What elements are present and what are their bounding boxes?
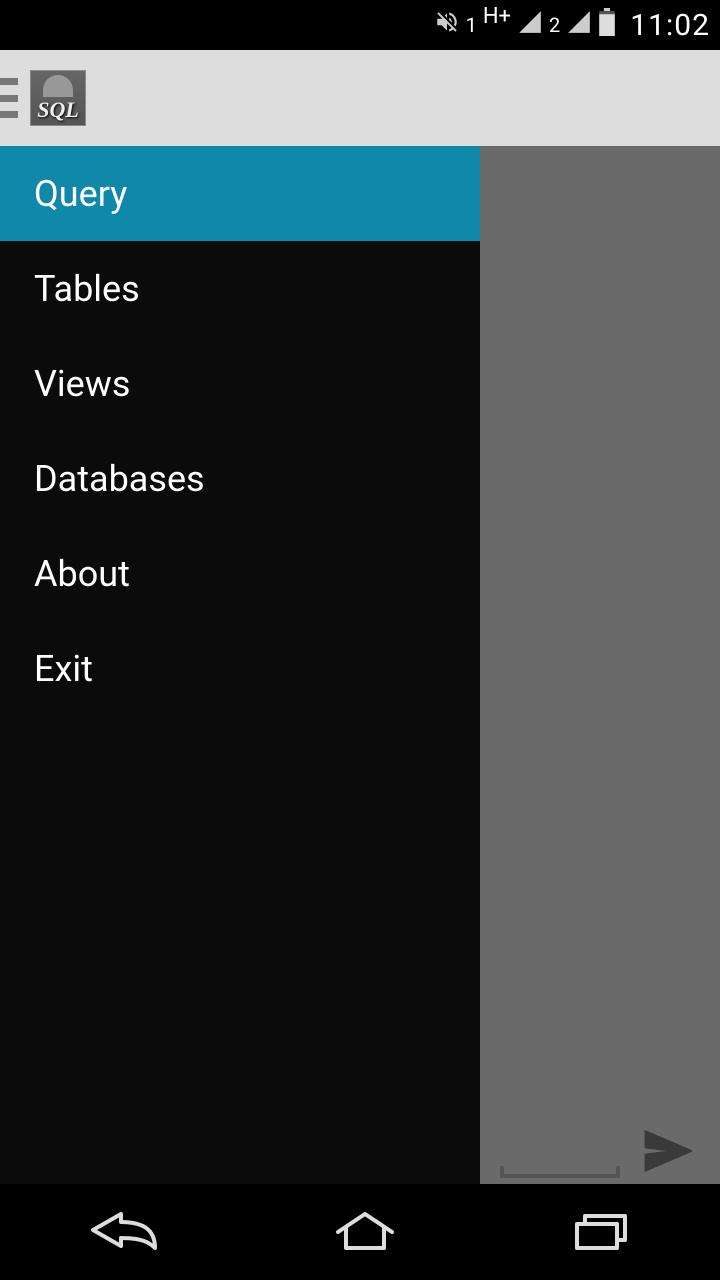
battery-icon: [598, 8, 616, 43]
back-icon[interactable]: [83, 1208, 163, 1256]
app-icon-label: SQL: [37, 97, 79, 123]
action-bar: SQL: [0, 50, 720, 146]
query-input[interactable]: [500, 1174, 620, 1178]
drawer-item-label: Tables: [34, 268, 140, 310]
drawer-item-exit[interactable]: Exit: [0, 621, 480, 716]
drawer-item-views[interactable]: Views: [0, 336, 480, 431]
drawer-item-label: Query: [34, 173, 127, 215]
drawer-item-label: Exit: [34, 648, 93, 690]
drawer-item-label: About: [34, 553, 130, 595]
home-icon[interactable]: [330, 1208, 400, 1256]
status-bar: 1 H+ 2 11:02: [0, 0, 720, 50]
sim1-label: 1: [466, 13, 477, 37]
sim2-label: 2: [549, 13, 560, 37]
menu-icon[interactable]: [0, 78, 18, 118]
signal2-icon: [566, 9, 592, 42]
content-area: Query Tables Views Databases About Exit: [0, 146, 720, 1184]
drawer-item-label: Views: [34, 363, 130, 405]
clock: 11:02: [630, 8, 710, 43]
navigation-drawer: Query Tables Views Databases About Exit: [0, 146, 480, 1184]
mute-icon: [434, 9, 460, 42]
drawer-item-query[interactable]: Query: [0, 146, 480, 241]
drawer-item-tables[interactable]: Tables: [0, 241, 480, 336]
app-icon[interactable]: SQL: [30, 70, 86, 126]
drawer-item-label: Databases: [34, 458, 205, 500]
system-nav-bar: [0, 1184, 720, 1280]
drawer-item-databases[interactable]: Databases: [0, 431, 480, 526]
network-type: H+: [483, 4, 511, 29]
recents-icon[interactable]: [567, 1208, 637, 1256]
drawer-item-about[interactable]: About: [0, 526, 480, 621]
signal1-icon: [517, 9, 543, 42]
send-icon[interactable]: [642, 1126, 692, 1180]
